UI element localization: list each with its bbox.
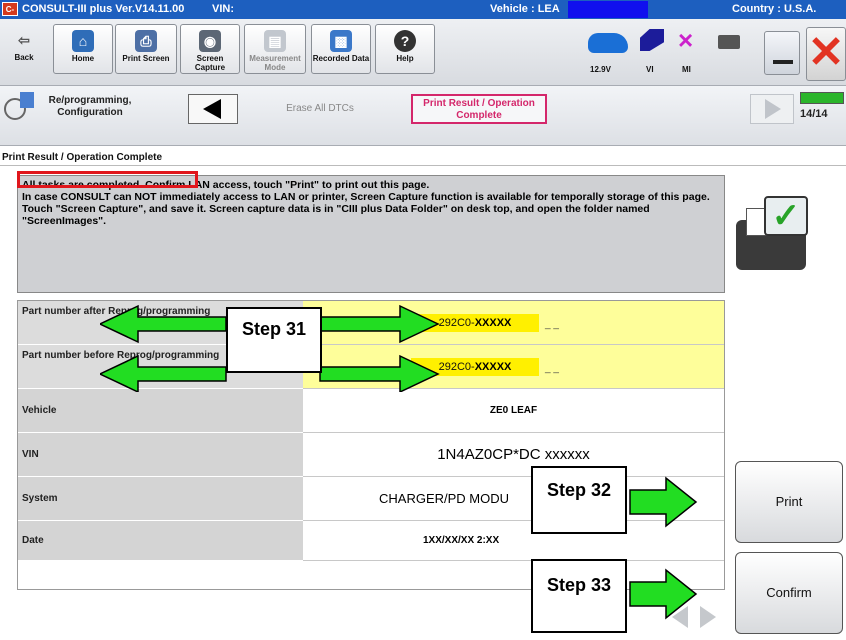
back-label: Back [14,53,34,62]
step-progress-bar [800,92,844,104]
recorded-data-icon: ▩ [330,30,352,52]
close-button[interactable]: ✕ [806,27,846,81]
camera-icon: ◉ [199,30,221,52]
arrow-right-bottom [319,354,440,392]
arrow-left-top [100,304,227,344]
part-after-dash: _ _ [545,319,559,330]
arrow-left-bottom [100,354,227,392]
home-icon: ⌂ [72,30,94,52]
reprogramming-icon [4,92,36,122]
recorded-data-button[interactable]: ▩ Recorded Data [311,24,371,74]
table-row-vehicle: Vehicle ZE0 LEAF [18,389,724,433]
vin-label: VIN: [212,3,234,15]
toolbar: ⇦ Back ⌂ Home ⎙ Print Screen ◉ Screen Ca… [0,19,846,86]
measurement-mode-label: Measurement Mode [249,54,301,72]
screen-capture-label: Screen Capture [194,54,226,72]
vin-row-value: 1N4AZ0CP*DC xxxxxx [303,433,724,477]
vehicle-redaction-box [568,1,648,18]
consult-logo-icon: C-III [2,2,18,28]
help-button[interactable]: ? Help [375,24,435,74]
step33-callout: Step 33 [531,559,627,633]
screen-capture-button[interactable]: ◉ Screen Capture [180,24,240,74]
close-icon: ✕ [807,28,845,77]
help-icon: ? [394,30,416,52]
reprogramming-label: Re/programming, Configuration [48,95,132,118]
instruction-message: All tasks are completed. Confirm LAN acc… [17,175,725,293]
confirm-button[interactable]: Confirm [735,552,843,634]
erase-all-dtcs-step[interactable]: Erase All DTCs [240,94,400,124]
system-row-label: System [18,477,303,521]
print-button[interactable]: Print [735,461,843,543]
vehicle-row-label: Vehicle [18,389,303,433]
step32-arrow [629,476,698,528]
vin-row-label: VIN [18,433,303,477]
step32-callout: Step 32 [531,466,627,534]
mi-disconnected-icon: × [678,25,694,55]
minimize-icon [773,60,793,64]
navigation-strip: Re/programming, Configuration Erase All … [0,86,846,146]
measurement-mode-button[interactable]: ▤ Measurement Mode [244,24,306,74]
printer-illustration: ✓ [734,180,834,290]
page-next-icon[interactable] [700,606,716,628]
print-result-step[interactable]: Print Result / Operation Complete [411,94,547,124]
app-title: CONSULT-III plus Ver.V14.11.00 [22,3,185,15]
country-label: Country : U.S.A. [732,3,817,15]
date-row-label: Date [18,521,303,561]
back-button[interactable]: ⇦ Back [4,24,44,74]
nav-back-button[interactable] [188,94,238,124]
checkmark-icon: ✓ [764,196,808,236]
print-screen-button[interactable]: ⎙ Print Screen [115,24,177,74]
step-counter: 14/14 [800,108,828,120]
step32-arrow-icon [629,476,698,528]
home-button[interactable]: ⌂ Home [53,24,113,74]
voltage-readout: 12.9V [590,65,611,74]
recorded-data-label: Recorded Data [312,54,370,63]
step31-callout: Step 31 [226,307,322,373]
vi-icon [640,29,664,51]
arrow-right-top [319,304,440,344]
title-divider [0,165,846,166]
page-title: Print Result / Operation Complete [2,152,163,163]
part-before-dash: _ _ [545,363,559,374]
battery-icon [718,35,740,49]
help-label: Help [396,54,414,63]
mi-label: MI [682,65,691,74]
message-line-2: In case CONSULT can NOT immediately acce… [22,191,710,227]
printer-icon: ⎙ [135,30,157,52]
vehicle-label: Vehicle : LEA [490,3,560,15]
vehicle-row-value: ZE0 LEAF [303,389,724,433]
vi-label: VI [646,65,654,74]
page-prev-icon[interactable] [672,606,688,628]
title-bar: C-III CONSULT-III plus Ver.V14.11.00 VIN… [0,0,846,28]
print-screen-label: Print Screen [122,54,170,63]
back-arrow-icon: ⇦ [18,32,30,48]
minimize-button[interactable] [764,31,800,75]
vehicle-connection-icon [588,33,628,53]
measurement-icon: ▤ [264,30,286,52]
nav-forward-button[interactable] [750,94,794,124]
highlight-box [17,171,198,188]
home-label: Home [71,54,95,63]
